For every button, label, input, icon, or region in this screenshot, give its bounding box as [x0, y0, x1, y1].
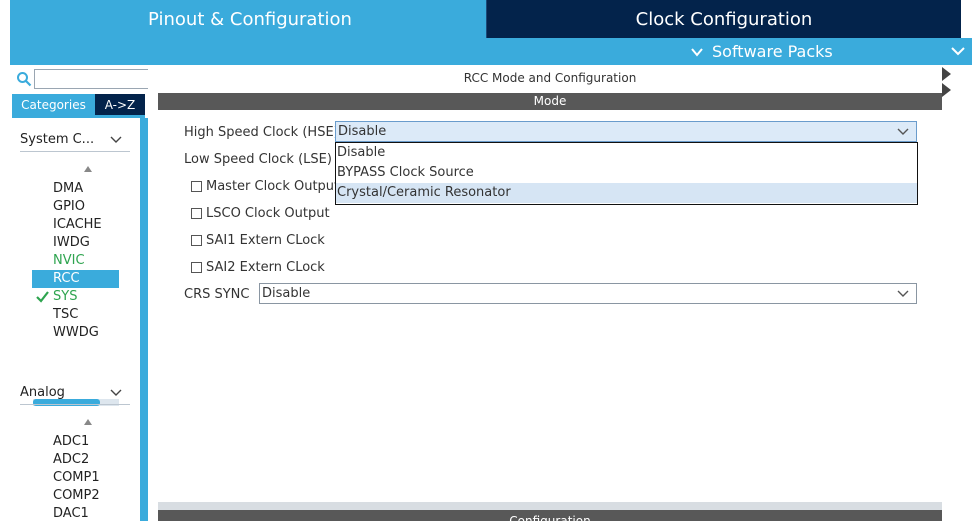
master-clock-output-checkbox[interactable]	[191, 181, 202, 192]
tab-pinout-label: Pinout & Configuration	[148, 8, 352, 30]
page-title: RCC Mode and Configuration	[463, 71, 637, 85]
hse-label: High Speed Clock (HSE)	[184, 125, 339, 140]
configuration-section-header: Configuration	[158, 510, 942, 521]
tab-clock-configuration[interactable]: Clock Configuration	[486, 0, 961, 38]
group-title: Analog	[20, 385, 65, 400]
list-item-icache[interactable]: ICACHE	[32, 216, 119, 234]
group-title: System C...	[20, 132, 95, 147]
category-tabs: Categories A->Z	[12, 94, 145, 115]
sort-up-icon[interactable]	[84, 165, 92, 173]
lsco-clock-output-label: LSCO Clock Output	[206, 206, 330, 221]
chevron-down-icon	[110, 136, 122, 143]
list-item-dma[interactable]: DMA	[32, 180, 119, 198]
list-item-nvic[interactable]: NVIC	[32, 252, 119, 270]
rcc-mode-panel: RCC Mode and Configuration Mode High Spe…	[158, 65, 942, 502]
vertical-scrollbar[interactable]	[140, 118, 148, 521]
search-row	[14, 69, 166, 89]
hse-select[interactable]: Disable	[335, 121, 917, 142]
check-icon	[36, 291, 49, 303]
list-item-sys[interactable]: SYS	[32, 288, 119, 306]
software-packs-bar: Software Packs	[0, 38, 972, 65]
software-packs-label: Software Packs	[712, 42, 833, 61]
chevron-down-icon	[691, 47, 703, 57]
sort-up-icon[interactable]	[84, 418, 92, 426]
group-header-system-core[interactable]: System C...	[20, 128, 130, 152]
chevron-down-icon	[897, 128, 909, 135]
chevron-down-icon[interactable]	[950, 43, 966, 59]
chevron-down-icon	[897, 290, 909, 297]
search-icon	[17, 72, 32, 87]
hse-select-value: Disable	[338, 124, 387, 139]
mode-section-header: Mode	[158, 93, 942, 110]
list-item-gpio[interactable]: GPIO	[32, 198, 119, 216]
group-header-analog[interactable]: Analog	[20, 381, 130, 405]
splitter[interactable]	[158, 502, 942, 510]
list-item-adc1[interactable]: ADC1	[32, 433, 119, 451]
tab-a-to-z[interactable]: A->Z	[95, 94, 145, 115]
list-item-rcc[interactable]: RCC	[32, 270, 119, 288]
chevron-down-icon	[110, 389, 122, 396]
category-list: System C... DMA GPIO ICACHE IWDG NVIC RC…	[12, 118, 140, 521]
sai1-extern-clock-checkbox[interactable]	[191, 235, 202, 246]
tab-bar-edge	[0, 0, 10, 38]
list-item-tsc[interactable]: TSC	[32, 306, 119, 324]
hse-dropdown-list: Disable BYPASS Clock Source Crystal/Cera…	[335, 142, 918, 205]
tab-clock-label: Clock Configuration	[635, 8, 813, 30]
list-item-label: SYS	[53, 289, 78, 304]
dropdown-option-bypass[interactable]: BYPASS Clock Source	[336, 163, 917, 183]
sub-bar-edge	[0, 38, 10, 65]
top-tab-bar: Pinout & Configuration Clock Configurati…	[0, 0, 972, 38]
dropdown-option-disable[interactable]: Disable	[336, 143, 917, 163]
expand-right-icon[interactable]	[942, 83, 951, 97]
sai2-extern-clock-checkbox[interactable]	[191, 262, 202, 273]
collapse-gutter	[942, 65, 972, 521]
lse-label: Low Speed Clock (LSE)	[184, 152, 332, 167]
main-panel: RCC Mode and Configuration Mode High Spe…	[154, 65, 972, 521]
list-item-dac1[interactable]: DAC1	[32, 505, 119, 521]
sai1-extern-clock-label: SAI1 Extern CLock	[206, 233, 325, 248]
list-item-comp1[interactable]: COMP1	[32, 469, 119, 487]
crs-sync-select-value: Disable	[262, 286, 311, 301]
list-item-comp2[interactable]: COMP2	[32, 487, 119, 505]
master-clock-output-label: Master Clock Output	[206, 179, 340, 194]
crs-sync-label: CRS SYNC	[184, 287, 250, 302]
dropdown-option-crystal[interactable]: Crystal/Ceramic Resonator	[336, 183, 917, 203]
list-item-adc2[interactable]: ADC2	[32, 451, 119, 469]
software-packs-menu[interactable]: Software Packs	[690, 41, 833, 62]
tab-categories[interactable]: Categories	[12, 94, 95, 115]
tab-bar-edge-right	[961, 0, 972, 38]
component-sidebar: Categories A->Z System C... DMA GPIO ICA…	[0, 65, 166, 521]
crs-sync-select[interactable]: Disable	[259, 283, 917, 304]
list-item-wwdg[interactable]: WWDG	[32, 324, 119, 342]
lsco-clock-output-checkbox[interactable]	[191, 208, 202, 219]
list-item-iwdg[interactable]: IWDG	[32, 234, 119, 252]
tab-pinout-configuration[interactable]: Pinout & Configuration	[10, 0, 486, 38]
search-input[interactable]	[34, 69, 166, 89]
expand-right-icon[interactable]	[942, 67, 951, 81]
sai2-extern-clock-label: SAI2 Extern CLock	[206, 260, 325, 275]
